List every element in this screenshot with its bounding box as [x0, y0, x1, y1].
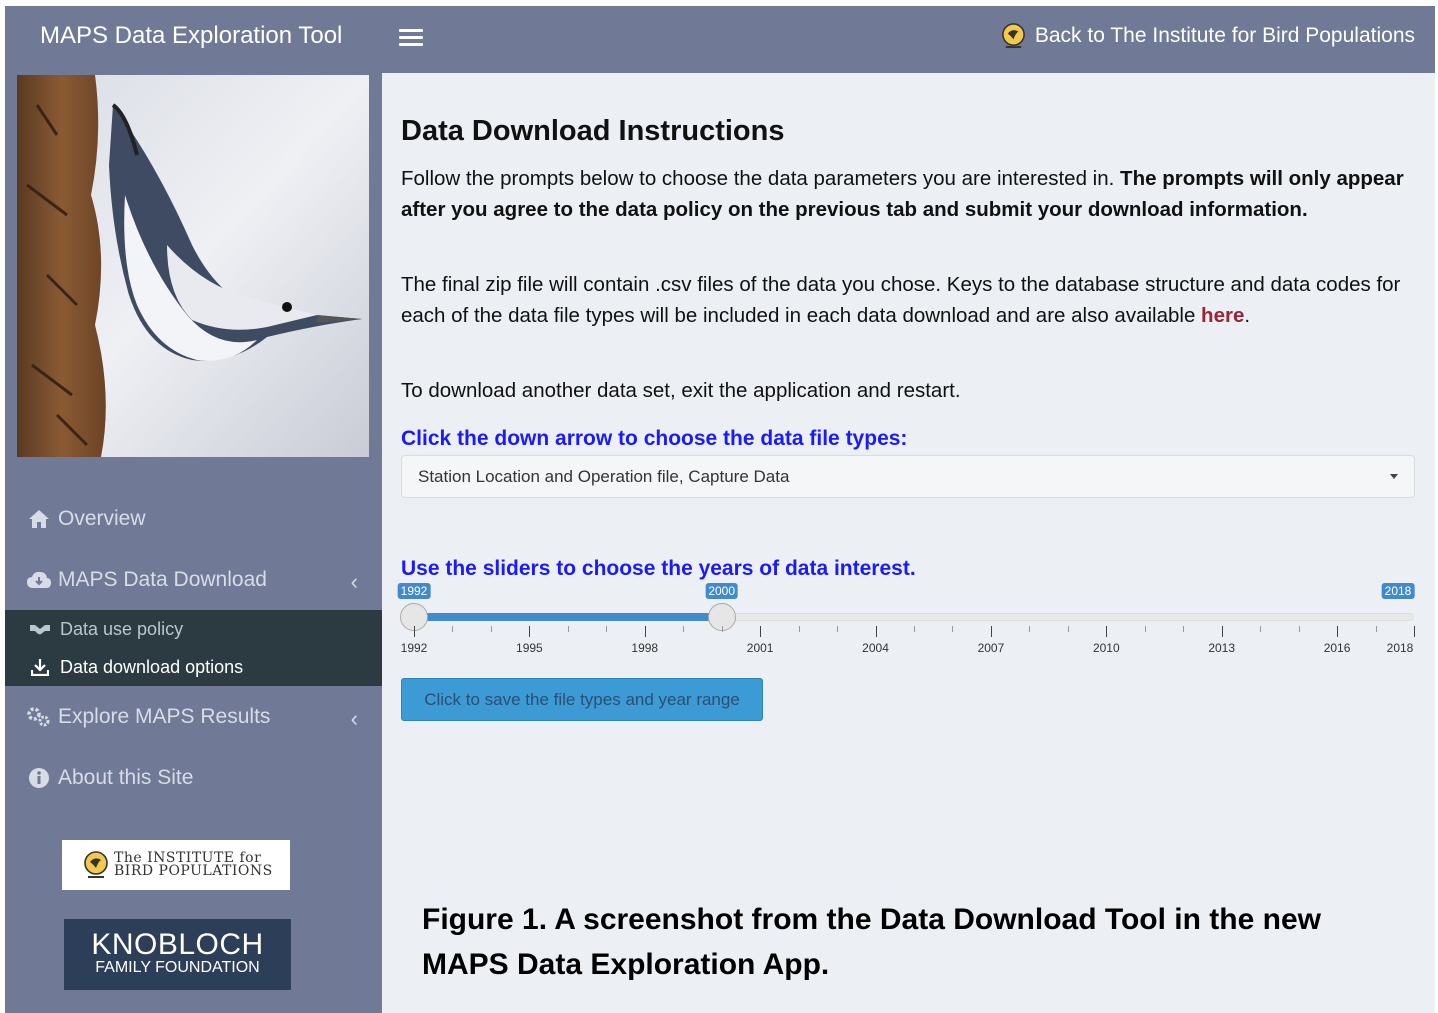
app-title[interactable]: MAPS Data Exploration Tool: [40, 22, 342, 50]
slider-minor-tick: [1029, 626, 1031, 632]
para1-text: Follow the prompts below to choose the d…: [401, 167, 1121, 190]
slider-minor-tick: [567, 626, 569, 632]
slider-minor-tick: [490, 626, 492, 632]
keys-here-link[interactable]: here: [1201, 304, 1244, 327]
chevron-left-icon: ‹: [350, 706, 358, 731]
slider-minor-tick: [1298, 626, 1300, 632]
slider-major-tick: [529, 626, 531, 637]
slider-minor-tick: [1260, 626, 1262, 632]
slider-tick-label: 2010: [1092, 641, 1120, 655]
slider-selected-range: [414, 613, 722, 621]
menu-maps-data-download[interactable]: MAPS Data Download ‹: [5, 552, 382, 608]
home-icon: [26, 506, 52, 532]
slider-major-tick: [1414, 626, 1415, 637]
slider-major-tick: [990, 626, 992, 637]
slider-to-label: 2000: [705, 583, 739, 599]
gears-icon: [26, 704, 52, 730]
para2-text: The final zip file will contain .csv fil…: [401, 273, 1401, 327]
slider-major-tick: [875, 626, 877, 637]
back-link-label: Back to The Institute for Bird Populatio…: [1034, 23, 1415, 47]
slider-minor-tick: [1144, 626, 1146, 632]
years-label: Use the sliders to choose the years of d…: [401, 557, 916, 580]
slider-tick-label: 2001: [746, 641, 774, 655]
main-content: Data Download Instructions Follow the pr…: [382, 73, 1435, 1013]
submenu-data-download-options[interactable]: Data download options: [29, 653, 243, 681]
cloud-download-icon: [26, 567, 52, 593]
menu-maps-data-download-label: MAPS Data Download: [58, 568, 267, 591]
app-frame: MAPS Data Exploration Tool Back to The I…: [5, 6, 1435, 1013]
download-submenu: Data use policy Data download options: [5, 610, 382, 686]
file-types-label: Click the down arrow to choose the data …: [401, 427, 908, 450]
menu-about-this-site[interactable]: About this Site: [5, 750, 382, 806]
slider-from-label: 1992: [397, 583, 431, 599]
slider-minor-tick: [837, 626, 839, 632]
dropdown-caret-icon: [1390, 474, 1398, 479]
chevron-left-icon: ‹: [350, 569, 358, 594]
slider-tick-label: 2016: [1323, 641, 1351, 655]
menu-explore-maps-results-label: Explore MAPS Results: [58, 705, 271, 728]
menu-overview-label: Overview: [58, 507, 146, 530]
slider-major-tick: [1337, 626, 1339, 637]
download-icon: [29, 656, 51, 678]
knobloch-logo-line2: FAMILY FOUNDATION: [95, 959, 260, 976]
page-title: Data Download Instructions: [401, 115, 785, 147]
slider-minor-tick: [721, 626, 723, 632]
instructions-paragraph-3: To download another data set, exit the a…: [401, 379, 961, 402]
info-circle-icon: [26, 765, 52, 791]
slider-tick-label: 1998: [631, 641, 659, 655]
slider-minor-tick: [1375, 626, 1377, 632]
slider-minor-tick: [914, 626, 915, 632]
menu-overview[interactable]: Overview: [5, 491, 382, 547]
menu-about-this-site-label: About this Site: [58, 766, 194, 789]
back-to-ibp-link[interactable]: Back to The Institute for Bird Populatio…: [1000, 22, 1415, 49]
sidebar: Overview MAPS Data Download ‹ Data use p…: [5, 73, 382, 1013]
submenu-data-download-options-label: Data download options: [60, 656, 244, 677]
nuthatch-photo: [17, 75, 369, 457]
file-types-value: Station Location and Operation file, Cap…: [418, 466, 790, 486]
handshake-icon: [29, 618, 51, 640]
slider-major-tick: [644, 626, 646, 637]
submenu-data-use-policy[interactable]: Data use policy: [29, 615, 183, 643]
knobloch-logo[interactable]: KNOBLOCH FAMILY FOUNDATION: [64, 919, 291, 990]
slider-tick-label: 2007: [977, 641, 1005, 655]
slider-major-tick: [1221, 626, 1223, 637]
para2-end: .: [1244, 304, 1251, 327]
slider-tick-label: 2018: [1386, 641, 1414, 655]
slider-max-label: 2018: [1381, 583, 1415, 599]
menu-toggle-icon[interactable]: [399, 26, 423, 50]
save-selection-button[interactable]: Click to save the file types and year ra…: [401, 678, 763, 721]
slider-minor-tick: [683, 626, 685, 632]
ibp-logo-line2: BIRD POPULATIONS: [114, 863, 273, 879]
slider-minor-tick: [606, 626, 608, 632]
ibp-logo[interactable]: The INSTITUTE for BIRD POPULATIONS: [62, 840, 290, 890]
slider-tick-label: 1995: [516, 641, 543, 655]
submenu-data-use-policy-label: Data use policy: [60, 618, 184, 639]
ibp-bird-icon: [84, 851, 108, 878]
slider-major-tick: [1106, 626, 1108, 637]
knobloch-logo-line1: KNOBLOCH: [91, 928, 264, 961]
slider-minor-tick: [452, 626, 454, 632]
slider-major-tick: [414, 626, 415, 637]
instructions-paragraph-2: The final zip file will contain .csv fil…: [401, 269, 1416, 331]
slider-major-tick: [760, 626, 762, 637]
ibp-bird-icon: [1001, 23, 1025, 49]
slider-tick-label: 2004: [862, 641, 889, 655]
slider-tick-label: 2013: [1208, 641, 1236, 655]
slider-tick-label: 1992: [400, 641, 428, 655]
slider-minor-tick: [1183, 626, 1185, 632]
slider-minor-tick: [952, 626, 954, 632]
file-types-select[interactable]: Station Location and Operation file, Cap…: [401, 455, 1415, 498]
menu-explore-maps-results[interactable]: Explore MAPS Results ‹: [5, 689, 382, 745]
slider-minor-tick: [1067, 626, 1069, 632]
slider-minor-tick: [798, 626, 800, 632]
top-header: MAPS Data Exploration Tool Back to The I…: [5, 6, 1435, 73]
instructions-paragraph-1: Follow the prompts below to choose the d…: [401, 163, 1416, 225]
year-range-slider[interactable]: 1992 2018 1992 2000 19921995199820012004…: [397, 583, 1417, 663]
figure-caption: Figure 1. A screenshot from the Data Dow…: [422, 903, 1321, 981]
